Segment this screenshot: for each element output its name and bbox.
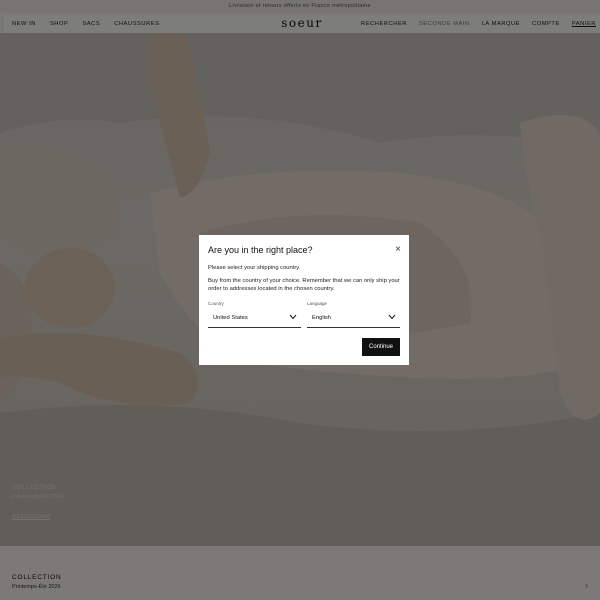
country-label: Country [208, 301, 224, 306]
language-select[interactable]: English [307, 309, 400, 328]
language-value: English [312, 315, 332, 321]
continue-button[interactable]: Continue [362, 338, 400, 356]
language-label: Language [307, 301, 328, 306]
chevron-down-icon [388, 314, 396, 320]
modal-description: Buy from the country of your choice. Rem… [208, 278, 400, 292]
modal-instruction: Please select your shipping country. [208, 265, 301, 271]
chevron-down-icon [289, 314, 297, 320]
country-selector-modal: Are you in the right place? × Please sel… [199, 235, 409, 365]
close-icon[interactable]: × [395, 245, 401, 255]
country-value: United States [213, 315, 248, 321]
modal-title: Are you in the right place? [208, 245, 313, 255]
country-select[interactable]: United States [208, 309, 301, 328]
